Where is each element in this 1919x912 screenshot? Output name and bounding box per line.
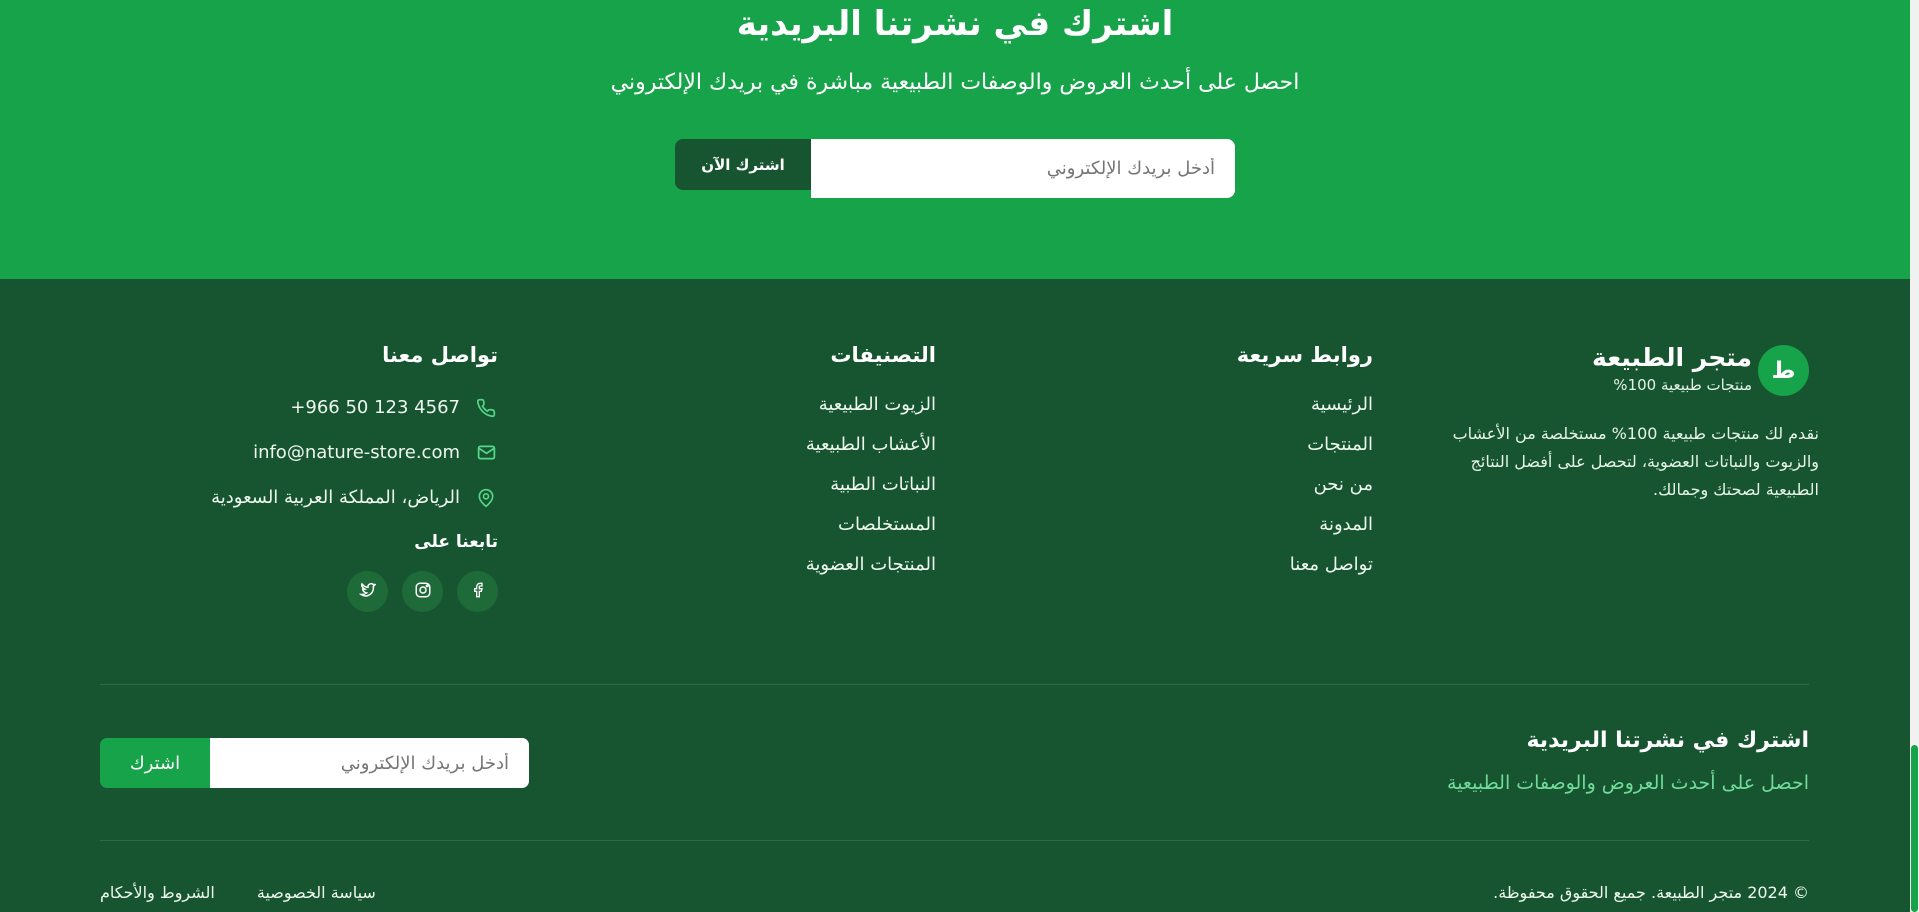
instagram-icon	[414, 581, 432, 603]
quick-link-blog[interactable]: المدونة	[1173, 505, 1373, 545]
footer-divider-bottom	[100, 840, 1809, 841]
category-extracts[interactable]: المستخلصات	[716, 505, 936, 545]
instagram-link[interactable]	[402, 571, 443, 612]
privacy-policy-link[interactable]: سياسة الخصوصية	[257, 883, 376, 902]
categories-title: التصنيفات	[830, 343, 936, 367]
quick-link-products[interactable]: المنتجات	[1173, 425, 1373, 465]
twitter-icon	[357, 581, 377, 603]
contact-address-row: الرياض، المملكة العربية السعودية	[138, 475, 498, 520]
social-links	[138, 571, 498, 612]
terms-link[interactable]: الشروط والأحكام	[100, 883, 215, 902]
hero-subscribe-button[interactable]: اشترك الآن	[675, 139, 811, 190]
hero-subtitle: احصل على أحدث العروض والوصفات الطبيعية م…	[610, 70, 1300, 95]
brand-logo: ط	[1758, 345, 1809, 396]
brand-description: نقدم لك منتجات طبيعية 100% مستخلصة من ال…	[1452, 424, 1819, 499]
hero-email-input[interactable]	[811, 139, 1235, 198]
categories: التصنيفات الزيوت الطبيعية الأعشاب الطبيع…	[716, 343, 936, 585]
contact-email[interactable]: info@nature-store.com	[253, 442, 460, 463]
contact-us: تواصل معنا +966 50 123 4567 info@nature-…	[138, 343, 498, 612]
page-scrollbar[interactable]	[1910, 0, 1919, 912]
footer-newsletter-title: اشترك في نشرتنا البريدية	[1526, 728, 1809, 753]
category-herbs[interactable]: الأعشاب الطبيعية	[716, 425, 936, 465]
brand-name: متجر الطبيعة	[1592, 343, 1752, 372]
facebook-link[interactable]	[457, 571, 498, 612]
phone-icon	[474, 396, 498, 420]
hero-title: اشترك في نشرتنا البريدية	[736, 4, 1174, 44]
contact-title: تواصل معنا	[382, 343, 498, 367]
mail-icon	[474, 441, 498, 465]
twitter-link[interactable]	[347, 571, 388, 612]
footer-divider-top	[100, 684, 1809, 685]
category-medicinal-plants[interactable]: النباتات الطبية	[716, 465, 936, 505]
contact-address: الرياض، المملكة العربية السعودية	[211, 487, 460, 508]
scrollbar-thumb[interactable]	[1911, 745, 1918, 912]
contact-phone[interactable]: +966 50 123 4567	[290, 397, 460, 418]
facebook-icon	[470, 582, 486, 602]
newsletter-hero: اشترك في نشرتنا البريدية احصل على أحدث ا…	[0, 0, 1910, 279]
legal-links: سياسة الخصوصية الشروط والأحكام	[100, 883, 376, 902]
quick-links: روابط سريعة الرئيسية المنتجات من نحن الم…	[1173, 343, 1373, 585]
hero-subscribe-form: اشترك الآن	[675, 139, 1235, 198]
brand-tagline: منتجات طبيعية 100%	[1613, 376, 1752, 394]
follow-us-label: تابعنا على	[414, 532, 498, 552]
category-oils[interactable]: الزيوت الطبيعية	[716, 385, 936, 425]
category-organic-products[interactable]: المنتجات العضوية	[716, 545, 936, 585]
quick-link-contact[interactable]: تواصل معنا	[1173, 545, 1373, 585]
footer-subscribe-form: اشترك	[100, 738, 529, 788]
contact-email-row: info@nature-store.com	[138, 430, 498, 475]
footer-email-input[interactable]	[210, 738, 529, 788]
footer-subscribe-button[interactable]: اشترك	[100, 738, 210, 788]
quick-links-title: روابط سريعة	[1236, 343, 1373, 367]
copyright: © 2024 متجر الطبيعة. جميع الحقوق محفوظة.	[1493, 883, 1809, 902]
contact-phone-row: +966 50 123 4567	[138, 385, 498, 430]
location-icon	[474, 486, 498, 510]
footer-newsletter-text: احصل على أحدث العروض والوصفات الطبيعية	[1447, 772, 1809, 794]
quick-link-about[interactable]: من نحن	[1173, 465, 1373, 505]
quick-link-home[interactable]: الرئيسية	[1173, 385, 1373, 425]
